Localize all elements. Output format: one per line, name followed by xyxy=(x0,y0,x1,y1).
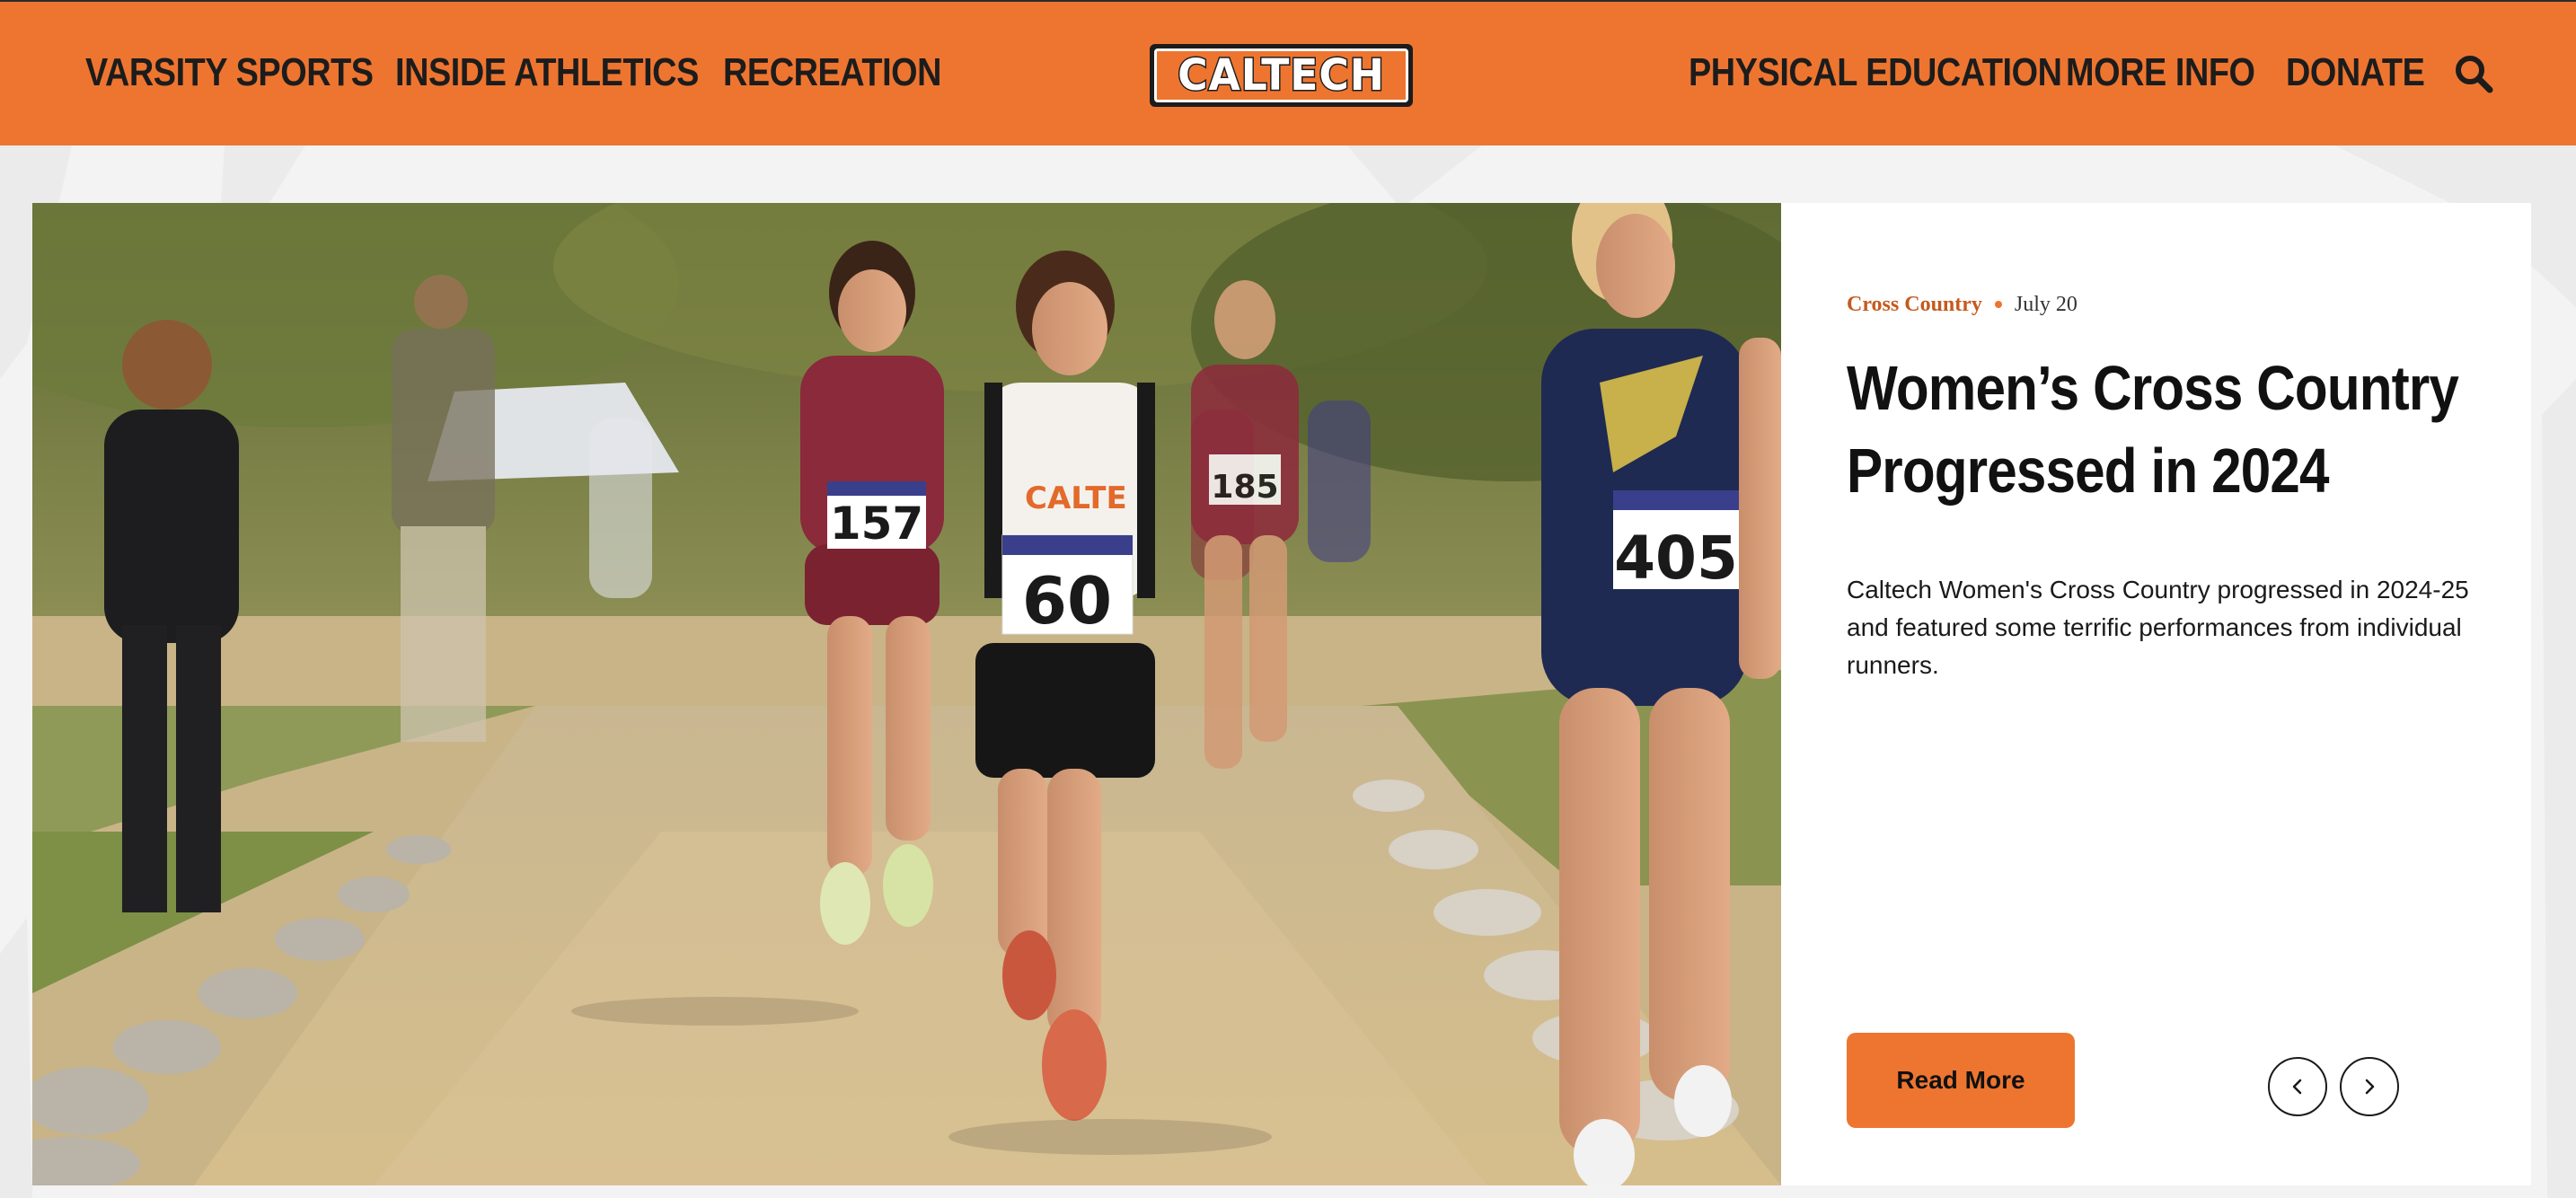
nav-more-info[interactable]: MORE INFO xyxy=(2066,45,2255,101)
svg-text:CALTE: CALTE xyxy=(1025,480,1127,516)
nav-varsity-sports[interactable]: VARSITY SPORTS xyxy=(85,45,374,101)
search-button[interactable] xyxy=(2452,52,2497,97)
nav-inside-athletics[interactable]: INSIDE ATHLETICS xyxy=(395,45,699,101)
top-navigation-bar: VARSITY SPORTS INSIDE ATHLETICS RECREATI… xyxy=(0,0,2576,145)
caltech-logo[interactable]: CALTECH xyxy=(1150,44,1413,107)
bib-157: 157 xyxy=(830,498,923,550)
carousel-prev-button[interactable] xyxy=(2268,1057,2327,1116)
hero-photo[interactable]: 157 185 CALTE 60 405 xyxy=(32,203,1781,1185)
read-more-button[interactable]: Read More xyxy=(1847,1033,2075,1128)
bib-60: 60 xyxy=(1022,563,1112,639)
story-date: July 20 xyxy=(2014,293,2078,316)
carousel-next-button[interactable] xyxy=(2340,1057,2399,1116)
logo-frame: CALTECH xyxy=(1154,48,1408,102)
featured-story-card: Cross Country July 20 Women’s Cross Coun… xyxy=(1781,203,2531,1185)
bib-185: 185 xyxy=(1211,469,1278,506)
bib-405: 405 xyxy=(1614,524,1738,593)
nav-donate[interactable]: DONATE xyxy=(2286,45,2425,101)
chevron-right-icon xyxy=(2365,1079,2375,1095)
story-meta: Cross Country July 20 xyxy=(1847,289,2078,320)
story-headline[interactable]: Women’s Cross Country Progressed in 2024 xyxy=(1847,347,2465,512)
meta-separator-dot xyxy=(1994,301,2002,308)
search-icon xyxy=(2456,56,2493,93)
story-summary: Caltech Women's Cross Country progressed… xyxy=(1847,576,2469,679)
nav-physical-education[interactable]: PHYSICAL EDUCATION xyxy=(1689,45,2062,101)
story-category-link[interactable]: Cross Country xyxy=(1847,289,1982,320)
chevron-left-icon xyxy=(2292,1079,2302,1095)
logo-wordmark: CALTECH xyxy=(1177,50,1386,101)
nav-recreation[interactable]: RECREATION xyxy=(723,45,942,101)
